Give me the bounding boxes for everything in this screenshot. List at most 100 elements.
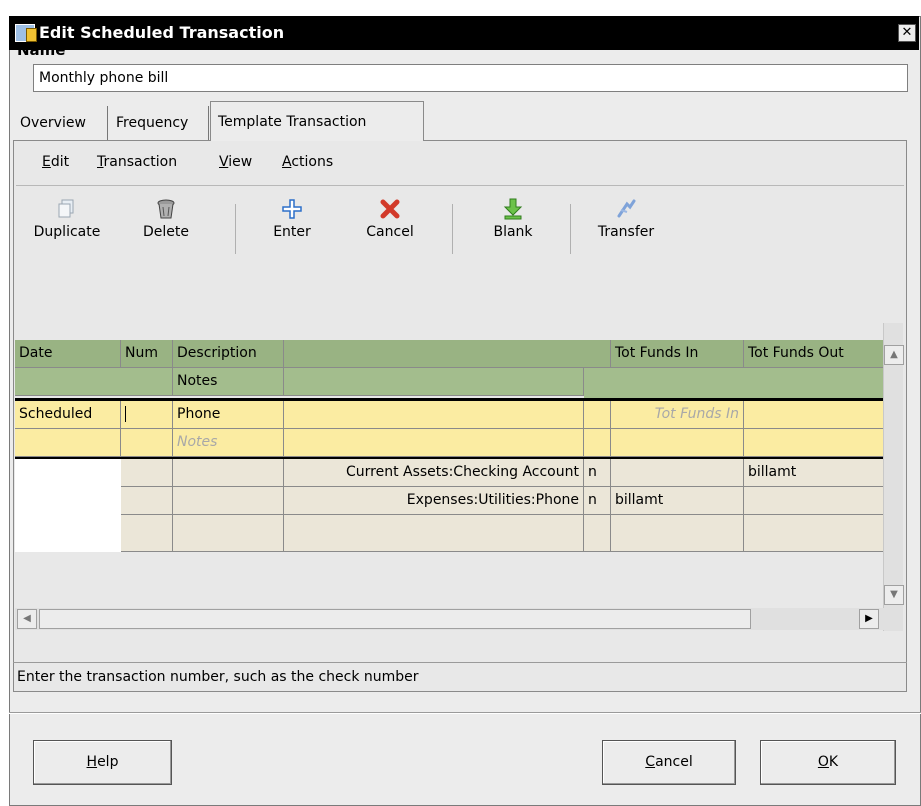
- scroll-right-icon[interactable]: ▶: [859, 609, 879, 629]
- split-account-cell[interactable]: [284, 515, 584, 552]
- txn-description-cell[interactable]: Phone: [173, 401, 284, 429]
- scroll-down-icon[interactable]: ▼: [884, 585, 904, 605]
- split-memo-cell[interactable]: [173, 459, 284, 487]
- vertical-scrollbar[interactable]: ▲ ▼: [883, 323, 904, 631]
- enter-label: Enter: [273, 224, 311, 240]
- horizontal-scroll-thumb[interactable]: [39, 609, 751, 629]
- plus-icon: [282, 199, 302, 219]
- status-bar: Enter the transaction number, such as th…: [13, 662, 907, 692]
- notes-row-out[interactable]: [744, 429, 883, 457]
- menu-view[interactable]: View: [219, 154, 252, 170]
- scroll-up-icon[interactable]: ▲: [884, 345, 904, 365]
- menu-transaction-label: ransaction: [103, 154, 178, 170]
- split-r-cell[interactable]: n: [584, 487, 611, 515]
- split-funds-in-cell[interactable]: billamt: [611, 487, 744, 515]
- transfer-label: Transfer: [597, 224, 655, 240]
- split-funds-out-cell[interactable]: [744, 487, 883, 515]
- ok-label: K: [828, 754, 839, 770]
- split-funds-out-cell[interactable]: [744, 515, 883, 552]
- register: Date Num Description Tot Funds In Tot Fu…: [15, 323, 906, 631]
- txn-tot-funds-out-cell[interactable]: [744, 401, 883, 429]
- name-label: Name: [17, 41, 66, 59]
- app-icon: [15, 24, 37, 42]
- header-funds-span: [584, 368, 883, 398]
- header-tot-funds-in: Tot Funds In: [611, 340, 744, 368]
- split-date-blank: [15, 459, 121, 552]
- window-title: Edit Scheduled Transaction: [39, 23, 285, 42]
- menu-actions-mnemonic: A: [282, 154, 292, 170]
- notes-row-num[interactable]: [121, 429, 173, 457]
- txn-transfer-cell[interactable]: [284, 401, 584, 429]
- header-tot-funds-out: Tot Funds Out: [744, 340, 883, 368]
- txn-tot-funds-in-cell[interactable]: Tot Funds In: [611, 401, 744, 429]
- txn-notes-cell[interactable]: Notes: [173, 429, 284, 457]
- header-notes: Notes: [173, 368, 284, 396]
- split-funds-out-cell[interactable]: billamt: [744, 459, 883, 487]
- header-notes-span: [284, 368, 584, 396]
- cancel-x-icon: [380, 199, 400, 219]
- split-funds-in-cell[interactable]: [611, 459, 744, 487]
- notes-row-transfer[interactable]: [284, 429, 584, 457]
- toolbar-separator: [570, 204, 571, 254]
- blank-label: Blank: [493, 224, 533, 240]
- close-button[interactable]: ✕: [898, 24, 916, 42]
- title-bar: Edit Scheduled Transaction ✕: [9, 16, 919, 50]
- transfer-button[interactable]: Transfer: [591, 198, 661, 240]
- split-account-cell[interactable]: Expenses:Utilities:Phone: [284, 487, 584, 515]
- help-button[interactable]: Help: [33, 740, 172, 785]
- notes-row-date[interactable]: [15, 429, 121, 457]
- transfer-icon: [617, 199, 636, 218]
- split-r-cell[interactable]: [584, 515, 611, 552]
- cancel-label: ancel: [655, 754, 693, 770]
- cancel-mnemonic: C: [645, 754, 656, 770]
- scroll-left-icon[interactable]: ◀: [17, 609, 37, 629]
- menu-edit-mnemonic: E: [42, 154, 51, 170]
- toolbar-separator: [452, 204, 453, 254]
- split-r-cell[interactable]: n: [584, 459, 611, 487]
- split-account-cell[interactable]: Current Assets:Checking Account: [284, 459, 584, 487]
- header-num: Num: [121, 340, 173, 368]
- name-input[interactable]: [33, 64, 908, 92]
- delete-button[interactable]: Delete: [134, 198, 198, 240]
- split-row[interactable]: [121, 459, 173, 487]
- tab-frequency[interactable]: Frequency: [109, 106, 209, 141]
- split-memo-cell[interactable]: [173, 515, 284, 552]
- delete-label: Delete: [143, 224, 189, 240]
- header-date: Date: [15, 340, 121, 368]
- text-cursor: [125, 406, 126, 422]
- duplicate-button[interactable]: Duplicate: [27, 198, 107, 240]
- split-funds-in-cell[interactable]: [611, 515, 744, 552]
- txn-num-cell[interactable]: [121, 401, 173, 429]
- notes-row-r[interactable]: [584, 429, 611, 457]
- dialog-divider: [9, 712, 921, 714]
- tab-overview[interactable]: Overview: [13, 106, 108, 141]
- cancel-button[interactable]: Cancel: [602, 740, 736, 785]
- menu-separator: [16, 185, 904, 186]
- split-memo-cell[interactable]: [173, 487, 284, 515]
- split-row[interactable]: [121, 487, 173, 515]
- txn-date-cell[interactable]: Scheduled: [15, 401, 121, 429]
- menu-transaction[interactable]: Transaction: [97, 154, 177, 170]
- txn-r-cell[interactable]: [584, 401, 611, 429]
- cancel-transaction-label: Cancel: [366, 224, 414, 240]
- notes-row-in[interactable]: [611, 429, 744, 457]
- toolbar-separator: [235, 204, 236, 254]
- menu-edit[interactable]: Edit: [42, 154, 69, 170]
- menu-actions[interactable]: Actions: [282, 154, 333, 170]
- duplicate-label: Duplicate: [33, 224, 101, 240]
- tab-template-transaction[interactable]: Template Transaction: [210, 101, 424, 141]
- enter-button[interactable]: Enter: [262, 198, 322, 240]
- menu-view-mnemonic: V: [219, 154, 229, 170]
- menu-actions-label: ctions: [291, 154, 334, 170]
- cancel-transaction-button[interactable]: Cancel: [358, 198, 422, 240]
- ok-button[interactable]: OK: [760, 740, 896, 785]
- menu-view-label: iew: [228, 154, 253, 170]
- header-blank: [15, 368, 173, 396]
- duplicate-icon: [58, 199, 74, 218]
- help-mnemonic: H: [86, 754, 98, 770]
- horizontal-scrollbar[interactable]: ◀ ▶: [15, 608, 903, 630]
- menu-edit-label: dit: [50, 154, 70, 170]
- blank-button[interactable]: Blank: [483, 198, 543, 240]
- trash-icon: [157, 199, 175, 219]
- split-row[interactable]: [121, 515, 173, 552]
